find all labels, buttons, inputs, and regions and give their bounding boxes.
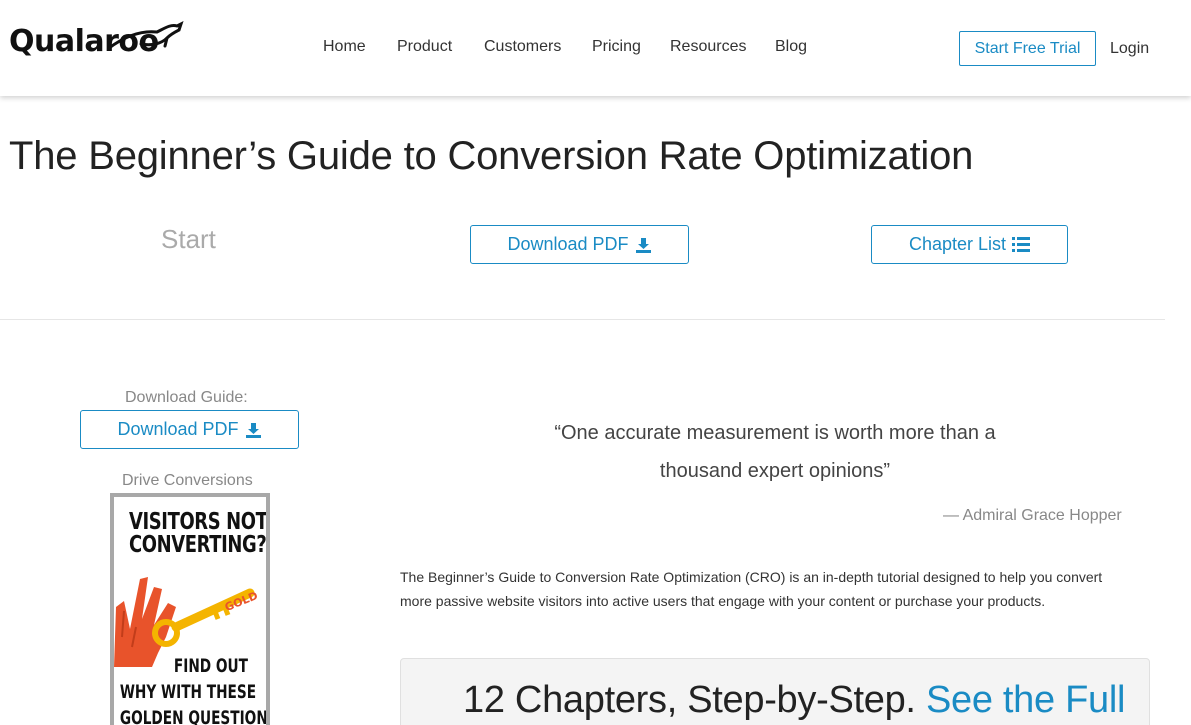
featured-quote: “One accurate measurement is worth more … <box>400 414 1150 490</box>
nav-home[interactable]: Home <box>323 38 366 56</box>
sidebar-download-pdf-button[interactable]: Download PDF <box>80 410 299 449</box>
nav-product[interactable]: Product <box>397 38 452 56</box>
nav-customers[interactable]: Customers <box>484 38 561 56</box>
chapters-heading: 12 Chapters, Step-by-Step. See the Full <box>463 679 1125 722</box>
nav-resources[interactable]: Resources <box>670 38 746 56</box>
ad-footer-line-3: GOLDEN QUESTIONS. <box>119 707 270 725</box>
site-header: Qualaroo Home Product Customers Pricing … <box>0 0 1191 96</box>
ad-headline-line-2: CONVERTING? <box>129 532 267 558</box>
list-icon <box>1012 237 1031 252</box>
nav-pricing[interactable]: Pricing <box>592 38 641 56</box>
chapters-text: 12 Chapters, Step-by-Step. <box>463 679 916 721</box>
ad-footer-line-1: FIND OUT <box>173 655 248 677</box>
ad-footer: FIND OUT WHY WITH THESE GOLDEN QUESTIONS… <box>119 653 270 725</box>
intro-line-1: The Beginner’s Guide to Conversion Rate … <box>400 569 1103 585</box>
hand-with-key-illustration <box>114 577 255 667</box>
intro-paragraph: The Beginner’s Guide to Conversion Rate … <box>400 565 1160 613</box>
download-pdf-label: Download PDF <box>507 234 629 254</box>
quote-line-2: thousand expert opinions” <box>659 460 891 482</box>
ad-headline: VISITORS NOT CONVERTING? <box>129 509 268 558</box>
download-icon <box>635 237 651 253</box>
see-full-chapters-link[interactable]: See the Full <box>926 679 1125 721</box>
quote-line-1: “One accurate measurement is worth more … <box>554 422 996 444</box>
ad-headline-line-1: VISITORS NOT <box>129 509 268 535</box>
section-divider <box>0 319 1165 320</box>
start-free-trial-button[interactable]: Start Free Trial <box>959 31 1096 66</box>
chapter-list-label: Chapter List <box>908 234 1007 254</box>
logo[interactable]: Qualaroo <box>9 21 184 59</box>
download-pdf-button[interactable]: Download PDF <box>470 225 689 264</box>
kangaroo-icon <box>107 21 184 50</box>
download-guide-heading: Download Guide: <box>125 389 248 406</box>
start-link[interactable]: Start <box>161 224 216 255</box>
sidebar-download-pdf-label: Download PDF <box>117 419 239 439</box>
login-link[interactable]: Login <box>1110 40 1149 58</box>
golden-questions-ad[interactable]: VISITORS NOT CONVERTING? GOLD FIND OUT W… <box>110 493 270 725</box>
download-icon <box>245 422 261 438</box>
chapter-list-button[interactable]: Chapter List <box>871 225 1068 264</box>
ad-footer-line-2: WHY WITH THESE <box>119 681 257 703</box>
drive-conversions-heading: Drive Conversions <box>122 472 253 489</box>
quote-attribution: — Admiral Grace Hopper <box>943 507 1122 524</box>
intro-line-2: more passive website visitors into activ… <box>400 593 1046 609</box>
page-title: The Beginner’s Guide to Conversion Rate … <box>9 134 974 178</box>
nav-blog[interactable]: Blog <box>775 38 807 56</box>
chapters-callout: 12 Chapters, Step-by-Step. See the Full <box>400 658 1150 725</box>
